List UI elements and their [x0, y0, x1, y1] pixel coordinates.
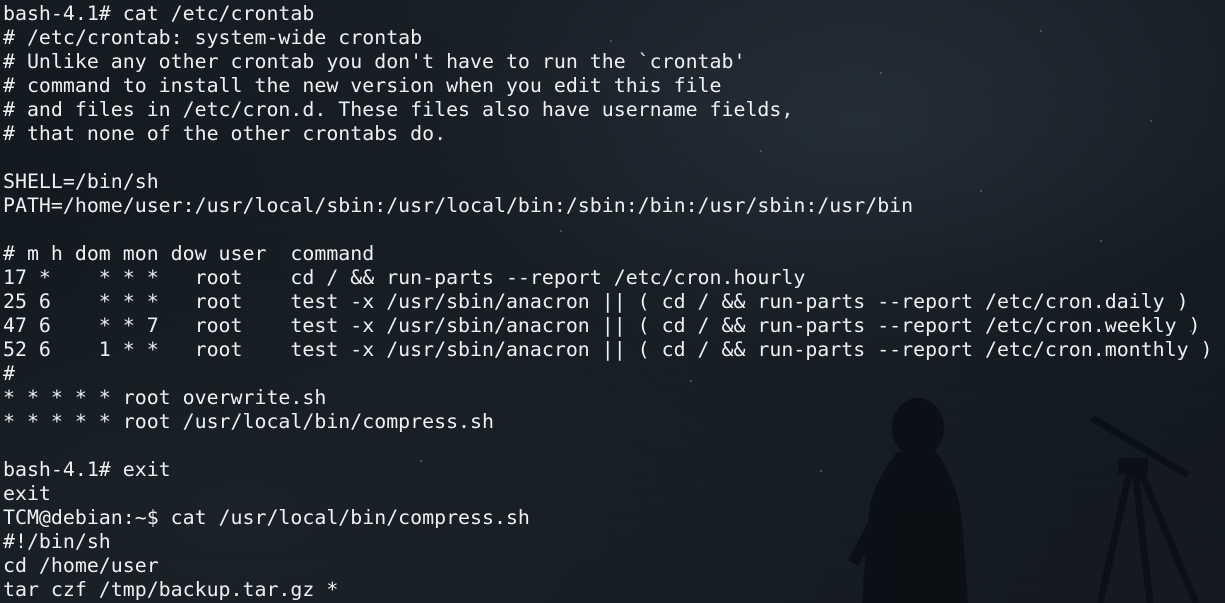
terminal-line-path-var: PATH=/home/user:/usr/local/sbin:/usr/loc… — [3, 194, 914, 217]
terminal-line-comment: # Unlike any other crontab you don't hav… — [3, 50, 746, 73]
terminal-line-comment: # and files in /etc/cron.d. These files … — [3, 98, 794, 121]
terminal-line-prompt-cat-crontab: bash-4.1# cat /etc/crontab — [3, 2, 315, 25]
terminal-line-prompt-exit: bash-4.1# exit — [3, 458, 171, 481]
terminal-line-comment: # command to install the new version whe… — [3, 74, 722, 97]
terminal-line-prompt-cat-compress: TCM@debian:~$ cat /usr/local/bin/compres… — [3, 506, 530, 529]
terminal-line-script: cd /home/user — [3, 554, 159, 577]
terminal-line-comment: # that none of the other crontabs do. — [3, 122, 447, 145]
terminal-line-cron-entry: 25 6 * * * root test -x /usr/sbin/anacro… — [3, 290, 1189, 313]
terminal-output[interactable]: bash-4.1# cat /etc/crontab # /etc/crontab… — [3, 2, 1213, 602]
terminal-window[interactable]: bash-4.1# cat /etc/crontab # /etc/crontab… — [0, 0, 1225, 603]
terminal-line-cron-entry: 52 6 1 * * root test -x /usr/sbin/anacro… — [3, 338, 1213, 361]
terminal-line-script: tar czf /tmp/backup.tar.gz * — [3, 578, 339, 601]
terminal-line-cron-entry: 17 * * * * root cd / && run-parts --repo… — [3, 266, 806, 289]
terminal-line-script: #!/bin/sh — [3, 530, 111, 553]
partial-next-line — [150, 598, 160, 603]
terminal-line-shell-var: SHELL=/bin/sh — [3, 170, 159, 193]
terminal-line-cron-entry: 47 6 * * 7 root test -x /usr/sbin/anacro… — [3, 314, 1201, 337]
terminal-line-cron-entry: * * * * * root overwrite.sh — [3, 386, 327, 409]
terminal-line-cron-entry: * * * * * root /usr/local/bin/compress.s… — [3, 410, 494, 433]
terminal-line-comment: # — [3, 362, 15, 385]
terminal-line-comment: # /etc/crontab: system-wide crontab — [3, 26, 423, 49]
terminal-line-output: exit — [3, 482, 51, 505]
terminal-line-cron-header: # m h dom mon dow user command — [3, 242, 375, 265]
